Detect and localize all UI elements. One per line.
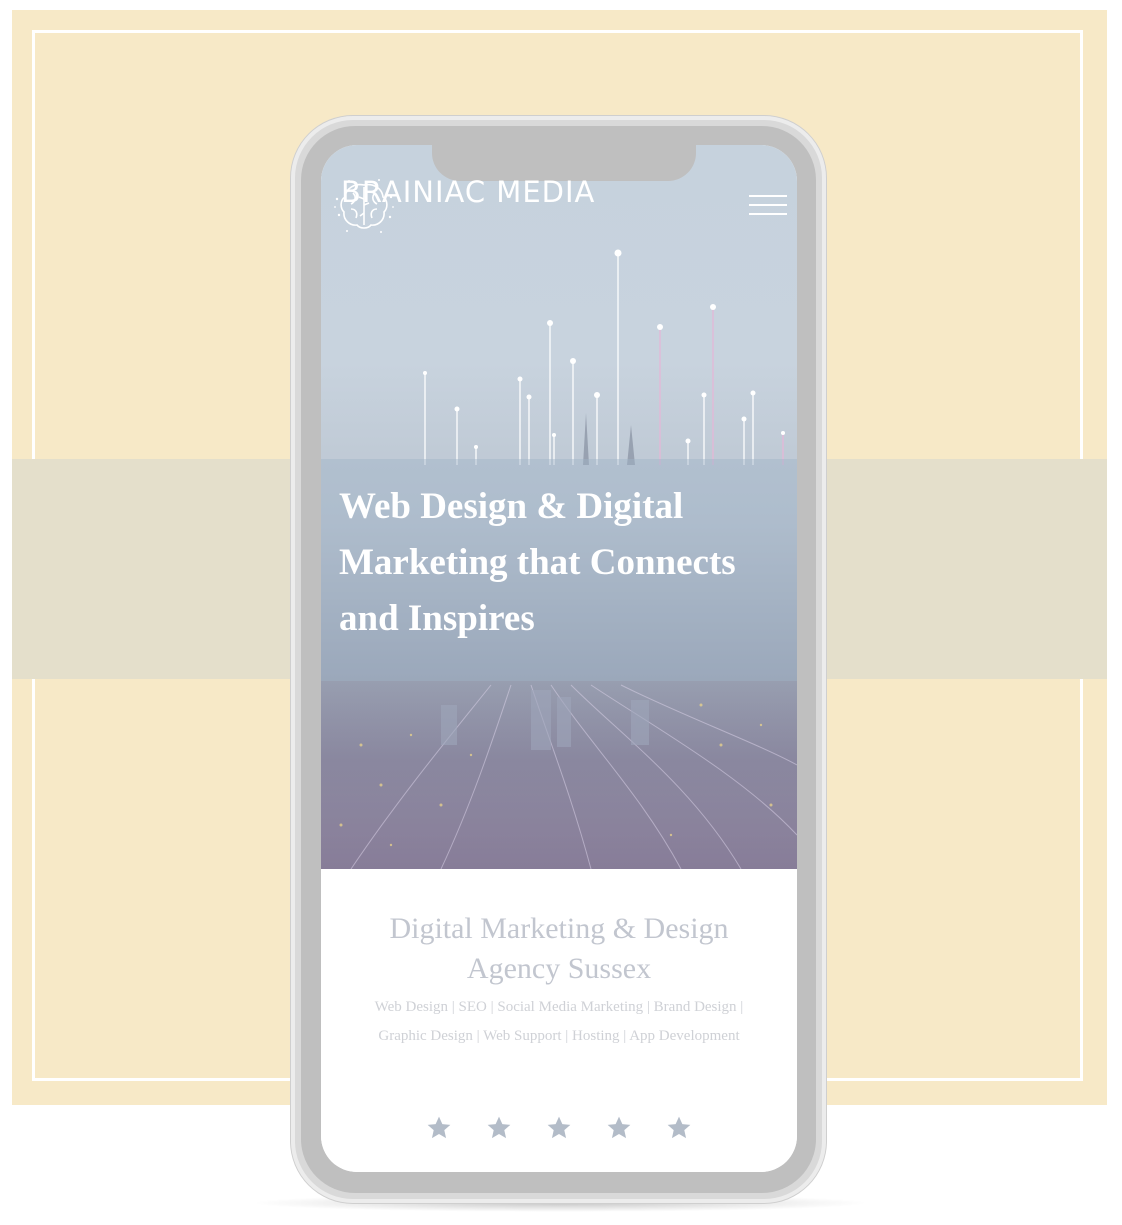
hamburger-icon — [749, 195, 787, 197]
star-icon — [666, 1115, 692, 1141]
hero-section: BRAINIAC MEDIA Web Design & Digital Mark… — [321, 145, 797, 869]
phone-screen: BRAINIAC MEDIA Web Design & Digital Mark… — [321, 145, 797, 1172]
hamburger-menu-button[interactable] — [749, 193, 789, 217]
rating-stars — [321, 1115, 797, 1141]
star-icon — [546, 1115, 572, 1141]
brain-icon — [334, 179, 394, 233]
intro-section: Digital Marketing & Design Agency Sussex… — [321, 869, 797, 1172]
star-icon — [426, 1115, 452, 1141]
intro-title: Digital Marketing & Design Agency Sussex — [389, 912, 729, 985]
star-icon — [486, 1115, 512, 1141]
hero-headline: Web Design & Digital Marketing that Conn… — [339, 486, 736, 639]
star-icon — [606, 1115, 632, 1141]
services-list: Web Design | SEO | Social Media Marketin… — [374, 999, 744, 1044]
brand-logo[interactable]: BRAINIAC MEDIA — [333, 175, 595, 233]
